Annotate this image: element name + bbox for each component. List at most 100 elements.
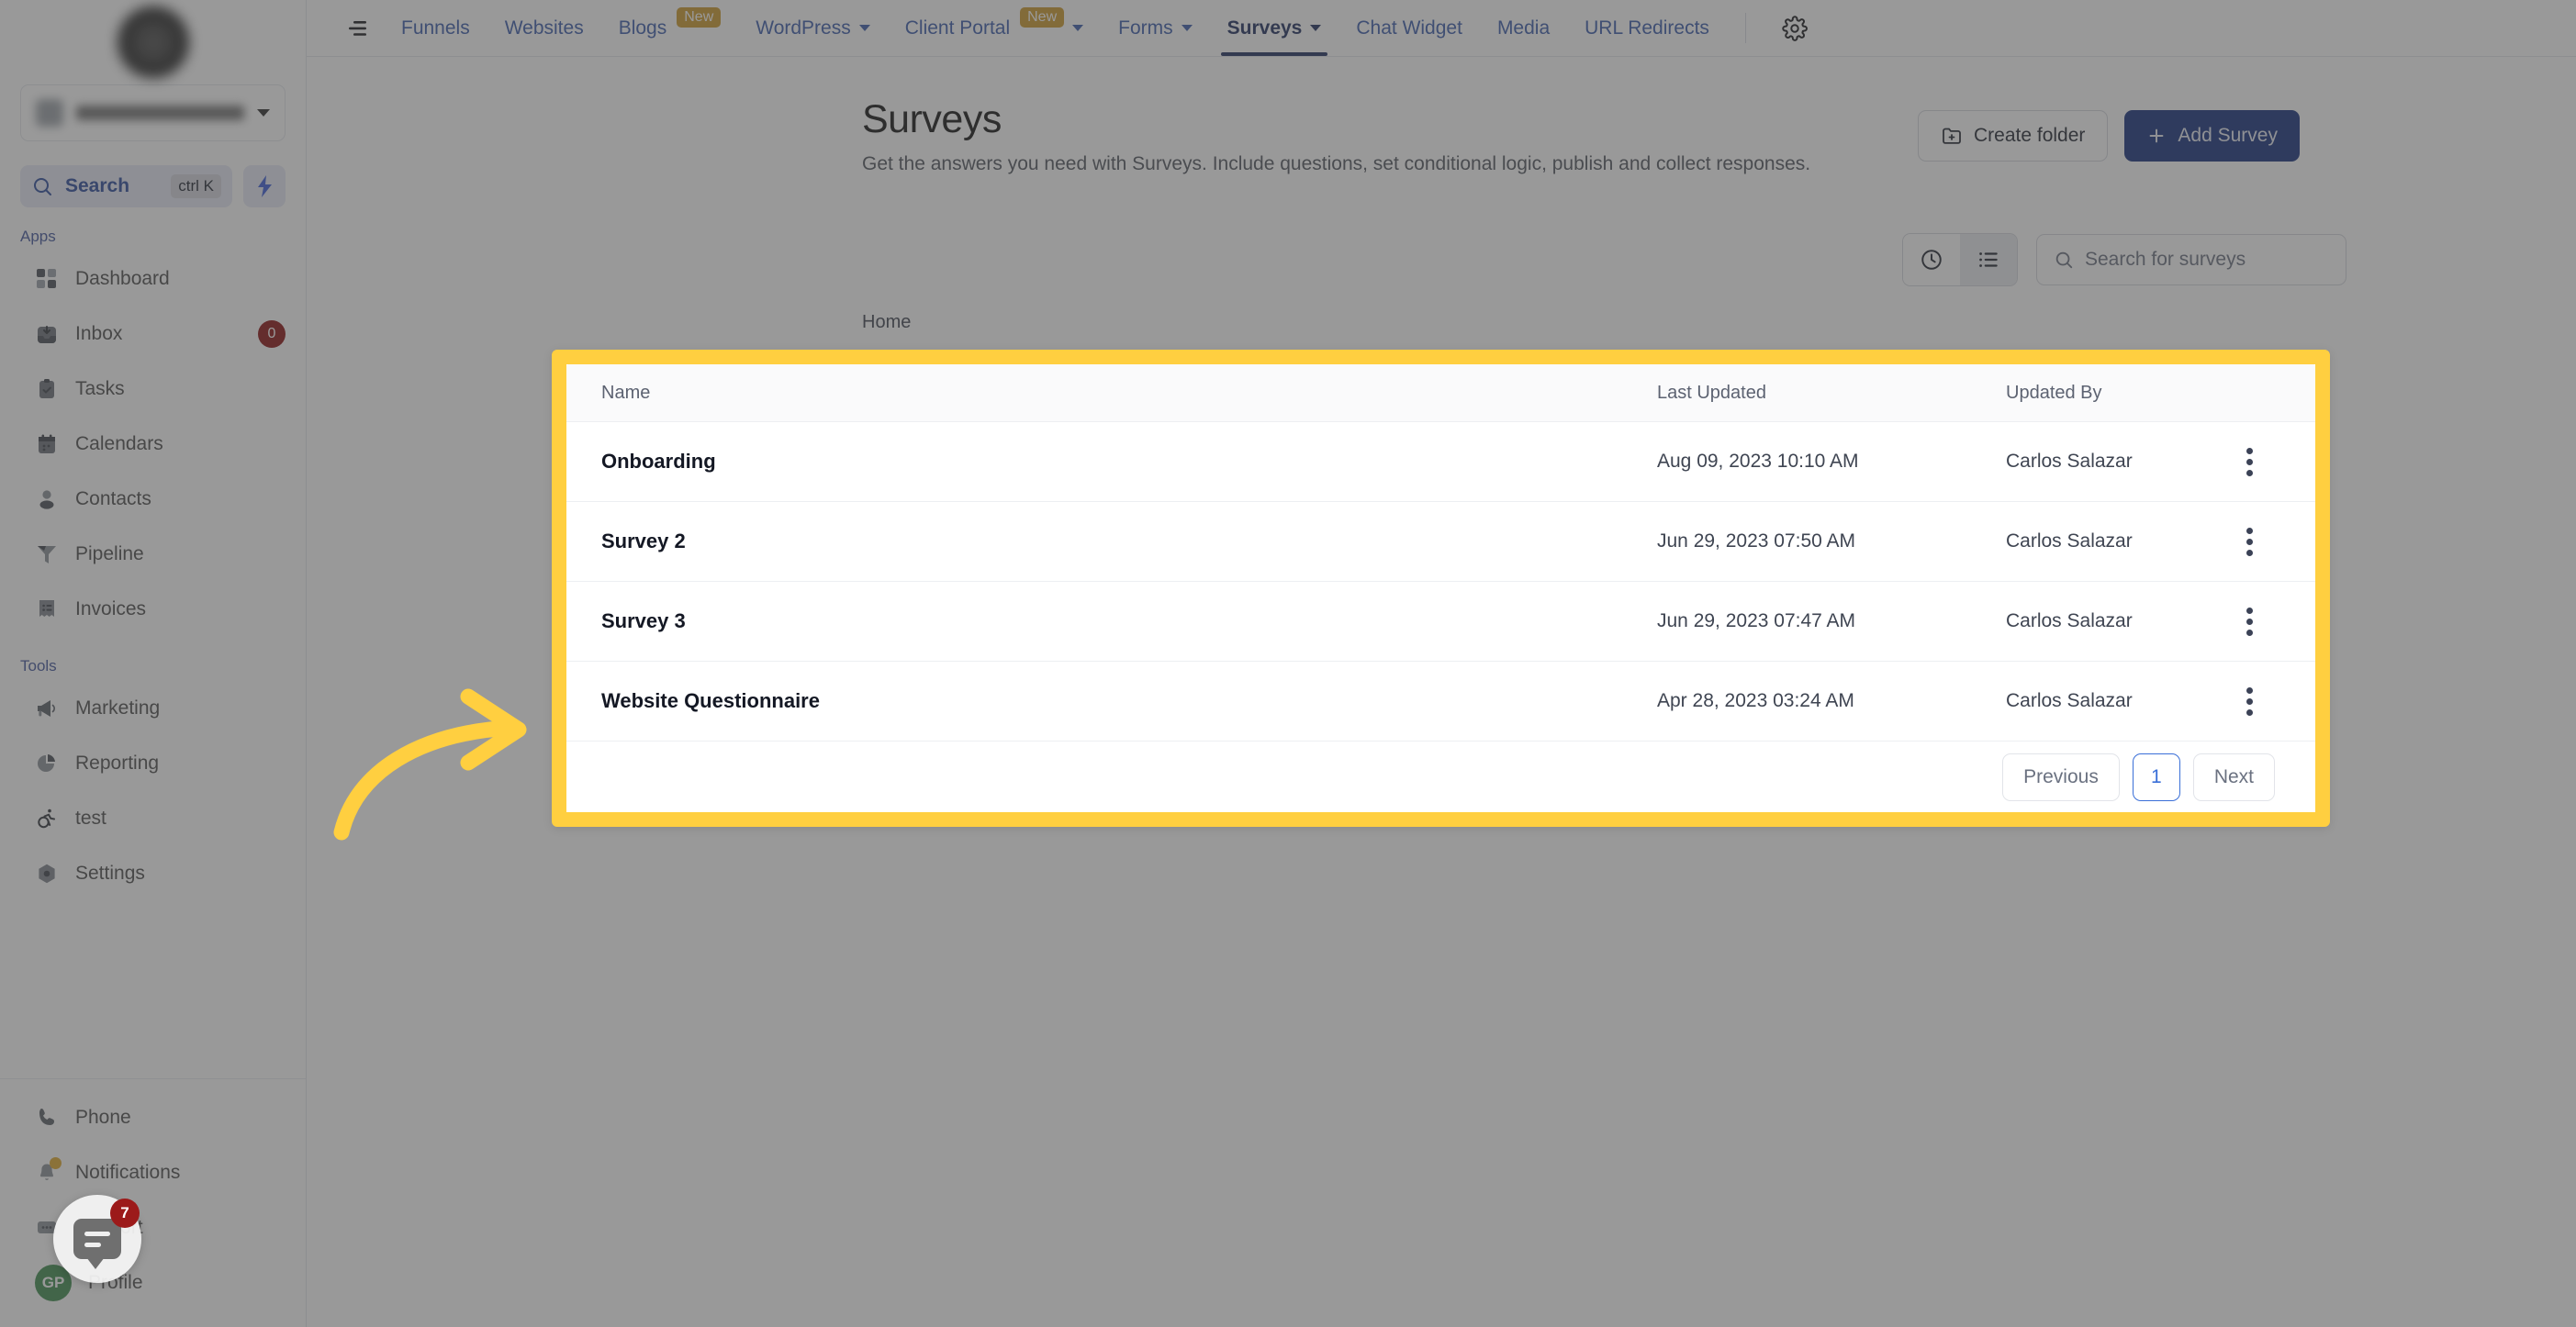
- search-shortcut-badge: ctrl K: [171, 174, 221, 198]
- nav-tab-surveys[interactable]: Surveys: [1210, 0, 1339, 56]
- row-actions: [2235, 519, 2280, 565]
- sidebar-item-label: Phone: [75, 1107, 131, 1128]
- list-view-button[interactable]: [1960, 233, 2017, 285]
- table-header-row: Name Last Updated Updated By: [566, 364, 2315, 423]
- row-actions: [2235, 598, 2280, 645]
- chevron-down-icon: [257, 109, 270, 117]
- table-row[interactable]: Survey 3 Jun 29, 2023 07:47 AM Carlos Sa…: [566, 582, 2315, 663]
- sidebar-item-label: Calendars: [75, 433, 163, 454]
- create-folder-button[interactable]: Create folder: [1918, 110, 2109, 162]
- calendar-icon: [35, 432, 59, 456]
- bell-icon: [35, 1157, 62, 1185]
- nav-tab-label: Client Portal: [904, 17, 1011, 39]
- table-body: Onboarding Aug 09, 2023 10:10 AM Carlos …: [566, 422, 2315, 742]
- chevron-down-icon: [858, 25, 870, 31]
- sidebar-item-settings[interactable]: Settings: [0, 846, 306, 901]
- row-actions: [2235, 678, 2280, 725]
- notification-dot-icon: [50, 1157, 62, 1169]
- pagination-previous-button[interactable]: Previous: [2002, 753, 2120, 801]
- nav-tab-funnels[interactable]: Funnels: [384, 0, 487, 56]
- nav-tab-blogs[interactable]: Blogs New: [601, 0, 739, 56]
- survey-updated-by: Carlos Salazar: [2006, 530, 2133, 552]
- gear-icon: [1782, 15, 1808, 41]
- table-row[interactable]: Onboarding Aug 09, 2023 10:10 AM Carlos …: [566, 422, 2315, 503]
- survey-updated-by: Carlos Salazar: [2006, 690, 2133, 712]
- sidebar-item-label: Marketing: [75, 697, 161, 719]
- sidebar-item-profile[interactable]: GP Profile: [0, 1255, 306, 1310]
- breadcrumb[interactable]: Home: [307, 312, 2576, 333]
- surveys-table: Name Last Updated Updated By Onboarding …: [566, 364, 2315, 812]
- sidebar-item-contacts[interactable]: Contacts: [0, 472, 306, 527]
- sidebar-section-apps-title: Apps: [20, 228, 56, 245]
- table-row[interactable]: Survey 2 Jun 29, 2023 07:50 AM Carlos Sa…: [566, 502, 2315, 583]
- new-badge: New: [1020, 6, 1065, 28]
- pagination-page-1[interactable]: 1: [2132, 753, 2180, 801]
- sidebar-item-calendars[interactable]: Calendars: [0, 417, 306, 472]
- sidebar-item-pipeline[interactable]: Pipeline: [0, 527, 306, 582]
- column-header-updated-by: Updated By: [2006, 382, 2102, 403]
- survey-updated-by: Carlos Salazar: [2006, 451, 2133, 473]
- more-vertical-icon[interactable]: [2235, 678, 2264, 725]
- page-header: Surveys Get the answers you need with Su…: [307, 57, 2576, 180]
- nav-tab-wordpress[interactable]: WordPress: [738, 0, 887, 56]
- quick-action-button[interactable]: [243, 165, 286, 207]
- megaphone-icon: [35, 697, 59, 720]
- chevron-down-icon: [1072, 25, 1084, 31]
- nav-tab-client-portal[interactable]: Client Portal New: [888, 0, 1101, 56]
- survey-updated-by: Carlos Salazar: [2006, 610, 2133, 632]
- table-row[interactable]: Website Questionnaire Apr 28, 2023 03:24…: [566, 662, 2315, 742]
- chat-bubble-icon: [73, 1219, 121, 1269]
- contacts-person-icon: [35, 487, 59, 511]
- sidebar-item-invoices[interactable]: Invoices: [0, 582, 306, 637]
- sidebar-item-marketing[interactable]: Marketing: [0, 681, 306, 736]
- sidebar-item-label: Pipeline: [75, 543, 144, 564]
- more-vertical-icon[interactable]: [2235, 439, 2264, 485]
- logo-icon: [117, 6, 189, 78]
- sidebar: Search ctrl K Apps Dashboard Inbox 0 Tas…: [0, 0, 307, 1327]
- search-surveys-input[interactable]: Search for surveys: [2036, 233, 2346, 285]
- nav-tab-media[interactable]: Media: [1480, 0, 1567, 56]
- chat-unread-badge: 7: [110, 1199, 140, 1228]
- nav-tab-websites[interactable]: Websites: [487, 0, 601, 56]
- more-vertical-icon[interactable]: [2235, 598, 2264, 645]
- folder-plus-icon: [1943, 128, 1961, 144]
- row-actions: [2235, 439, 2280, 485]
- sidebar-item-tasks[interactable]: Tasks: [0, 362, 306, 417]
- collapse-menu-button[interactable]: [332, 0, 384, 56]
- pie-chart-icon: [35, 752, 59, 775]
- more-vertical-icon[interactable]: [2235, 519, 2264, 565]
- sidebar-item-support[interactable]: Support: [0, 1200, 306, 1255]
- sidebar-item-label: Contacts: [75, 488, 151, 509]
- recent-view-button[interactable]: [1903, 233, 1960, 285]
- nav-tab-chat-widget[interactable]: Chat Widget: [1338, 0, 1480, 56]
- sidebar-item-inbox[interactable]: Inbox 0: [0, 307, 306, 362]
- survey-last-updated: Jun 29, 2023 07:47 AM: [1657, 610, 1855, 632]
- page-header-text: Surveys Get the answers you need with Su…: [862, 97, 1918, 180]
- column-header-last-updated: Last Updated: [1657, 382, 1766, 403]
- inbox-badge: 0: [258, 320, 286, 348]
- nav-tab-label: Surveys: [1226, 17, 1303, 39]
- account-name: [76, 106, 244, 120]
- pagination-next-button[interactable]: Next: [2192, 753, 2275, 801]
- nav-tab-forms[interactable]: Forms: [1101, 0, 1210, 56]
- sidebar-item-reporting[interactable]: Reporting: [0, 736, 306, 791]
- view-toggle-group: [1902, 232, 2018, 286]
- sidebar-item-notifications[interactable]: Notifications: [0, 1145, 306, 1200]
- sidebar-item-label: Reporting: [75, 753, 160, 774]
- sidebar-item-phone[interactable]: Phone: [0, 1090, 306, 1145]
- nav-settings-button[interactable]: [1764, 0, 1825, 56]
- account-selector[interactable]: [20, 84, 286, 141]
- global-search-button[interactable]: Search ctrl K: [20, 165, 232, 207]
- brand-logo[interactable]: [0, 0, 306, 84]
- chat-widget-launcher[interactable]: 7: [53, 1195, 141, 1283]
- nav-divider: [1744, 13, 1746, 43]
- nav-tab-url-redirects[interactable]: URL Redirects: [1567, 0, 1727, 56]
- clock-icon: [1921, 249, 1942, 270]
- sidebar-item-dashboard[interactable]: Dashboard: [0, 251, 306, 307]
- app-root: Search ctrl K Apps Dashboard Inbox 0 Tas…: [0, 0, 2576, 1327]
- sidebar-item-label: Settings: [75, 863, 145, 884]
- survey-name: Onboarding: [601, 450, 716, 474]
- add-survey-button[interactable]: Add Survey: [2124, 110, 2300, 162]
- sidebar-item-test[interactable]: test: [0, 791, 306, 846]
